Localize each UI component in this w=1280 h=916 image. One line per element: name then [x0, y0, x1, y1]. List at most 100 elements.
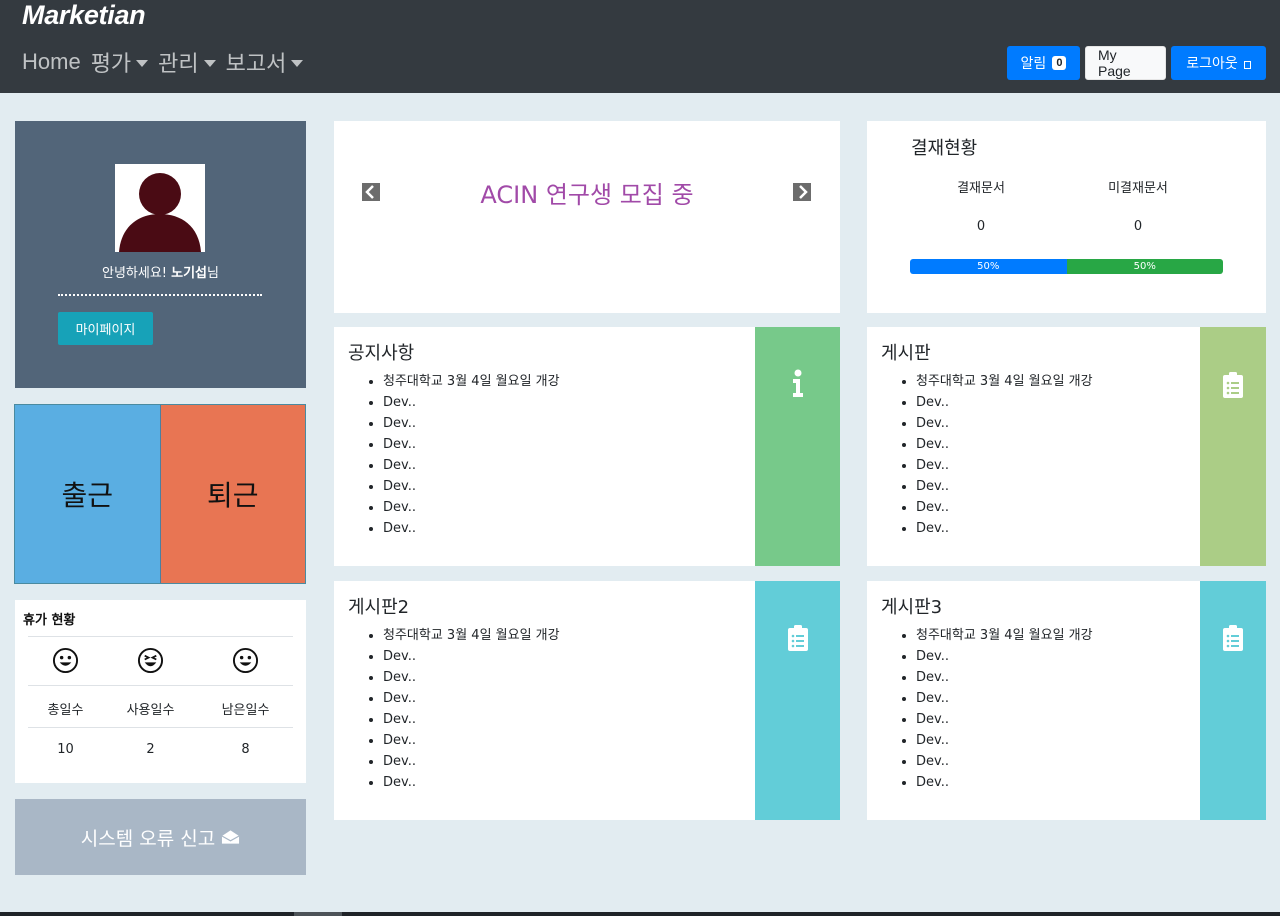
logout-icon: [1243, 61, 1251, 69]
board-side-panel[interactable]: [1200, 327, 1266, 566]
clipboard-icon: [787, 625, 808, 651]
mypage-button[interactable]: 마이페이지: [58, 312, 153, 345]
list-item[interactable]: Dev..: [916, 646, 1093, 667]
list-item[interactable]: Dev..: [916, 688, 1093, 709]
approval-progress-bar: 50% 50%: [910, 259, 1223, 274]
list-item[interactable]: Dev..: [916, 667, 1093, 688]
unapproved-progress-segment: 50%: [1066, 259, 1223, 274]
list-item[interactable]: Dev..: [383, 413, 560, 434]
list-item[interactable]: Dev..: [916, 392, 1093, 413]
board-side-panel[interactable]: [755, 327, 840, 566]
nav-home[interactable]: Home: [22, 49, 81, 75]
divider: [28, 636, 293, 637]
remaining-days-value: 8: [241, 742, 250, 757]
board2-card: 게시판2 청주대학교 3월 4일 월요일 개강 Dev.. Dev.. Dev.…: [334, 581, 840, 820]
approved-docs-count: 0: [976, 219, 986, 234]
list-item[interactable]: 청주대학교 3월 4일 월요일 개강: [916, 371, 1093, 392]
list-item[interactable]: Dev..: [383, 455, 560, 476]
carousel-slide-text: ACIN 연구생 모집 중: [480, 181, 694, 209]
list-item[interactable]: Dev..: [916, 434, 1093, 455]
carousel-next-button[interactable]: [793, 183, 811, 201]
board-post-list: 청주대학교 3월 4일 월요일 개강 Dev.. Dev.. Dev.. Dev…: [383, 625, 560, 793]
divider: [28, 727, 293, 728]
vacation-value-row: 10 2 8: [28, 742, 293, 757]
used-days-value: 2: [146, 742, 155, 757]
nav-report-dropdown[interactable]: 보고서: [226, 46, 304, 78]
list-item[interactable]: Dev..: [383, 730, 560, 751]
envelope-open-icon: [221, 830, 240, 844]
check-in-button[interactable]: 출근: [15, 405, 161, 583]
vacation-status-panel: 휴가 현황 총일수 사용일수 남은일수 10 2 8: [15, 600, 306, 783]
list-item[interactable]: 청주대학교 3월 4일 월요일 개강: [916, 625, 1093, 646]
unapproved-docs-count: 0: [1133, 219, 1143, 234]
vacation-header-row: 총일수 사용일수 남은일수: [28, 699, 293, 718]
list-item[interactable]: Dev..: [383, 476, 560, 497]
alarm-button[interactable]: 알림 0: [1007, 46, 1080, 80]
user-silhouette-icon: [119, 173, 201, 252]
top-navbar: Marketian Home 평가 관리 보고서 알림 0 My Page 로그…: [0, 0, 1280, 93]
caret-down-icon: [203, 59, 216, 67]
board3-card: 게시판3 청주대학교 3월 4일 월요일 개강 Dev.. Dev.. Dev.…: [867, 581, 1266, 820]
chevron-right-icon: [799, 185, 808, 199]
smile-icon: [232, 647, 259, 674]
check-out-button[interactable]: 퇴근: [160, 405, 305, 583]
list-item[interactable]: Dev..: [383, 392, 560, 413]
list-item[interactable]: Dev..: [916, 730, 1093, 751]
list-item[interactable]: Dev..: [916, 497, 1093, 518]
list-item[interactable]: 청주대학교 3월 4일 월요일 개강: [383, 625, 560, 646]
list-item[interactable]: 청주대학교 3월 4일 월요일 개강: [383, 371, 560, 392]
list-item[interactable]: Dev..: [383, 646, 560, 667]
list-item[interactable]: Dev..: [916, 476, 1093, 497]
list-item[interactable]: Dev..: [383, 667, 560, 688]
list-item[interactable]: Dev..: [916, 709, 1093, 730]
board-title: 게시판: [881, 343, 931, 364]
approved-docs-label: 결재문서: [957, 181, 1005, 196]
announcement-carousel: ACIN 연구생 모집 중: [334, 121, 840, 313]
list-item[interactable]: Dev..: [916, 455, 1093, 476]
profile-panel: 안녕하세요! 노기섭님 마이페이지: [15, 121, 306, 388]
nav-menu: Home 평가 관리 보고서: [22, 46, 313, 78]
greeting-text: 안녕하세요! 노기섭님: [101, 266, 219, 281]
divider: [58, 294, 262, 296]
list-item[interactable]: Dev..: [916, 518, 1093, 539]
list-item[interactable]: Dev..: [383, 497, 560, 518]
alarm-count-badge: 0: [1052, 56, 1067, 70]
list-item[interactable]: Dev..: [383, 751, 560, 772]
list-item[interactable]: Dev..: [383, 709, 560, 730]
nav-evaluation-dropdown[interactable]: 평가: [91, 46, 149, 78]
board-post-list: 청주대학교 3월 4일 월요일 개강 Dev.. Dev.. Dev.. Dev…: [916, 371, 1093, 539]
board-title: 공지사항: [348, 343, 415, 364]
list-item[interactable]: Dev..: [916, 772, 1093, 793]
vacation-emoji-row: [28, 647, 293, 678]
brand-logo[interactable]: Marketian: [22, 0, 146, 31]
scrollbar-thumb[interactable]: [294, 912, 342, 916]
caret-down-icon: [291, 59, 304, 67]
board-side-panel[interactable]: [755, 581, 840, 820]
approval-status-panel: 결재현황 결재문서 미결재문서 0 0 50% 50%: [867, 121, 1266, 313]
system-error-report-button[interactable]: 시스템 오류 신고: [15, 799, 306, 875]
caret-down-icon: [136, 59, 149, 67]
used-days-label: 사용일수: [126, 703, 175, 718]
attendance-panel: 출근 퇴근: [14, 404, 306, 584]
mypage-nav-button[interactable]: My Page: [1085, 46, 1166, 80]
board-side-panel[interactable]: [1200, 581, 1266, 820]
list-item[interactable]: Dev..: [383, 518, 560, 539]
clipboard-icon: [1223, 372, 1243, 398]
list-item[interactable]: Dev..: [383, 688, 560, 709]
board-post-list: 청주대학교 3월 4일 월요일 개강 Dev.. Dev.. Dev.. Dev…: [383, 371, 560, 539]
logout-button[interactable]: 로그아웃: [1171, 46, 1266, 80]
list-item[interactable]: Dev..: [383, 772, 560, 793]
list-item[interactable]: Dev..: [916, 751, 1093, 772]
approved-progress-segment: 50%: [910, 259, 1067, 274]
board-card: 게시판 청주대학교 3월 4일 월요일 개강 Dev.. Dev.. Dev..…: [867, 327, 1266, 566]
horizontal-scrollbar[interactable]: [0, 912, 1280, 916]
avatar: [115, 164, 205, 252]
smile-icon: [52, 647, 79, 674]
list-item[interactable]: Dev..: [383, 434, 560, 455]
approval-title: 결재현황: [911, 138, 978, 159]
nav-management-dropdown[interactable]: 관리: [158, 46, 216, 78]
notice-board-card: 공지사항 청주대학교 3월 4일 월요일 개강 Dev.. Dev.. Dev.…: [334, 327, 840, 566]
laugh-squint-icon: [137, 647, 164, 674]
board-title: 게시판2: [348, 597, 410, 618]
list-item[interactable]: Dev..: [916, 413, 1093, 434]
